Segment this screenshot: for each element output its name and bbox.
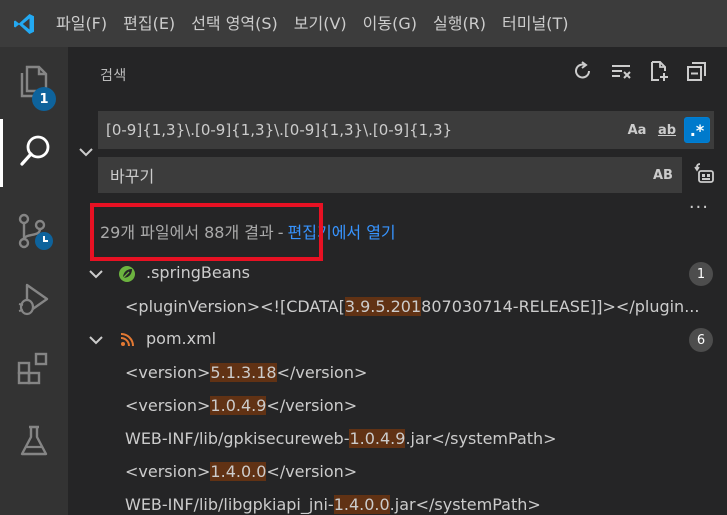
search-input[interactable]: [0-9]{1,3}\.[0-9]{1,3}\.[0-9]{1,3}\.[0-9…: [98, 111, 714, 149]
clear-all-icon: [610, 60, 632, 86]
match-before: <version>: [125, 396, 211, 415]
replace-placeholder: 바꾸기: [110, 167, 155, 186]
match-highlight: 1.4.0.0: [333, 495, 390, 514]
match-line[interactable]: WEB-INF/lib/libgpkiapi_jni-1.4.0.0.jar</…: [125, 490, 541, 515]
menu-go[interactable]: 이동(G): [355, 0, 425, 47]
new-search-editor-button[interactable]: [647, 61, 671, 85]
new-file-icon: [648, 60, 670, 86]
match-after: </version>: [276, 363, 368, 382]
match-line[interactable]: <version>1.4.0.0</version>: [125, 457, 357, 487]
menu-selection[interactable]: 선택 영역(S): [183, 0, 286, 47]
explorer-badge: 1: [32, 87, 56, 111]
chevron-down-icon: [88, 332, 104, 351]
replace-all-icon: [694, 162, 716, 188]
match-after: </version>: [266, 396, 358, 415]
match-highlight: 3.9.5.201: [344, 297, 422, 316]
search-query: [0-9]{1,3}\.[0-9]{1,3}\.[0-9]{1,3}\.[0-9…: [106, 121, 453, 139]
search-view-button[interactable]: [0, 119, 68, 187]
match-before: <version>: [125, 363, 211, 382]
match-before: <pluginVersion><![CDATA[: [125, 297, 345, 316]
match-before: WEB-INF/lib/libgpkiapi_jni-: [125, 495, 334, 514]
match-after: .jar</systemPath>: [389, 495, 541, 514]
chevron-down-icon: [78, 143, 94, 162]
flask-icon: [17, 423, 51, 463]
match-case-toggle[interactable]: Aa: [624, 117, 650, 143]
file-name: pom.xml: [146, 329, 217, 348]
replace-input[interactable]: 바꾸기 AB: [98, 157, 682, 193]
run-debug-icon: [15, 280, 53, 322]
regex-toggle[interactable]: .*: [684, 117, 710, 143]
match-after: </version>: [266, 462, 358, 481]
testing-button[interactable]: [0, 409, 68, 477]
menu-file[interactable]: 파일(F): [48, 0, 115, 47]
menu-run[interactable]: 실행(R): [425, 0, 494, 47]
annotation-highlight-box: [90, 203, 323, 261]
match-highlight: 1.4.0.0: [210, 462, 267, 481]
collapse-all-button[interactable]: [685, 61, 709, 85]
match-line[interactable]: <pluginVersion><![CDATA[3.9.5.2018070307…: [125, 292, 699, 322]
clear-results-button[interactable]: [609, 61, 633, 85]
whole-word-toggle[interactable]: ab: [654, 117, 680, 143]
refresh-button[interactable]: [571, 61, 595, 85]
menu-terminal[interactable]: 터미널(T): [494, 0, 576, 47]
match-highlight: 1.0.4.9: [210, 396, 267, 415]
match-after: 807030714-RELEASE]]></plugin...: [421, 297, 700, 316]
activity-bar: 1: [0, 47, 68, 515]
match-count-badge: 1: [689, 262, 713, 286]
explorer-button[interactable]: 1: [0, 49, 68, 117]
match-count-badge: 6: [689, 328, 713, 352]
menu-view[interactable]: 보기(V): [286, 0, 355, 47]
match-line[interactable]: <version>1.0.4.9</version>: [125, 391, 357, 421]
refresh-icon: [572, 60, 594, 86]
match-highlight: 1.0.4.9: [349, 429, 406, 448]
menu-edit[interactable]: 편집(E): [115, 0, 183, 47]
toggle-replace-button[interactable]: [78, 143, 94, 162]
panel-title-actions: [571, 61, 709, 85]
vscode-logo-icon: [0, 0, 48, 47]
source-control-button[interactable]: [0, 199, 68, 267]
search-panel: 검색 [0-9]{1,3}\.[0-9]{1,3}\.[0-9]{1,3}\.[…: [68, 47, 727, 515]
match-after: .jar</systemPath>: [405, 429, 557, 448]
more-actions-icon[interactable]: ···: [689, 197, 709, 218]
extensions-icon: [16, 351, 52, 391]
source-control-icon: [14, 211, 54, 255]
preserve-case-toggle[interactable]: AB: [650, 162, 676, 188]
run-debug-button[interactable]: [0, 267, 68, 335]
match-line[interactable]: <version>5.1.3.18</version>: [125, 358, 367, 388]
collapse-all-icon: [686, 60, 708, 86]
spring-leaf-icon: [118, 265, 136, 287]
replace-all-button[interactable]: [692, 162, 718, 188]
extensions-button[interactable]: [0, 337, 68, 405]
panel-title: 검색: [100, 68, 127, 84]
match-before: <version>: [125, 462, 211, 481]
match-before: WEB-INF/lib/gpkisecureweb-: [125, 429, 350, 448]
chevron-down-icon: [88, 266, 104, 285]
menu-bar: 파일(F) 편집(E) 선택 영역(S) 보기(V) 이동(G) 실행(R) 터…: [0, 0, 727, 47]
result-file-row[interactable]: pom.xml 6: [68, 324, 727, 356]
search-icon: [18, 133, 54, 173]
result-file-row[interactable]: .springBeans 1: [68, 258, 727, 290]
match-line[interactable]: WEB-INF/lib/gpkisecureweb-1.0.4.9.jar</s…: [125, 424, 557, 454]
file-name: .springBeans: [146, 263, 250, 282]
match-highlight: 5.1.3.18: [210, 363, 277, 382]
rss-icon: [118, 331, 136, 353]
